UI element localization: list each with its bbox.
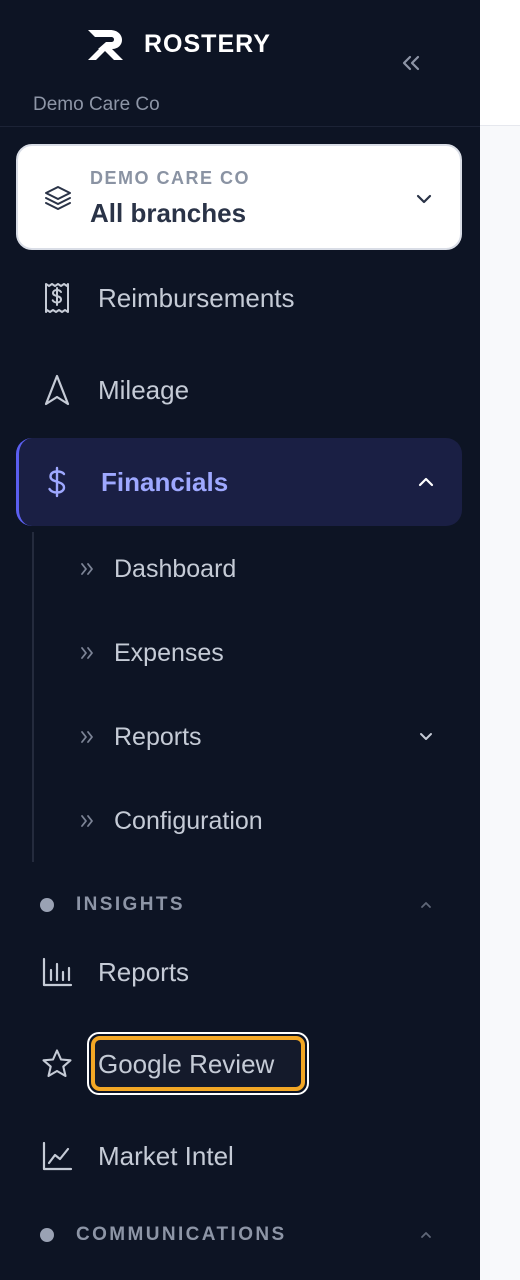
main-topbar	[480, 0, 520, 126]
header-divider	[0, 126, 480, 127]
nav-item-mileage[interactable]: Mileage	[16, 346, 462, 434]
submenu-item-reports[interactable]: Reports	[60, 702, 460, 772]
double-chevron-right-icon	[81, 647, 93, 659]
submenu-item-label: Dashboard	[114, 554, 237, 583]
nav-item-market-intel[interactable]: Market Intel	[16, 1112, 462, 1200]
section-title: COMMUNICATIONS	[76, 1224, 287, 1245]
double-chevron-right-icon	[81, 731, 93, 743]
double-chevron-left-icon	[402, 55, 420, 71]
submenu-rail	[32, 532, 34, 862]
submenu-item-label: Configuration	[114, 806, 263, 835]
dollar-sign-icon	[48, 466, 66, 498]
org-name: Demo Care Co	[33, 94, 160, 115]
double-chevron-right-icon	[81, 815, 93, 827]
nav-item-label: Mileage	[98, 374, 190, 405]
section-header-insights[interactable]: INSIGHTS	[40, 890, 440, 920]
nav-item-label: Reimbursements	[98, 282, 295, 313]
section-dot-icon	[40, 1228, 54, 1242]
bar-chart-icon	[42, 957, 73, 987]
double-chevron-right-icon	[81, 563, 93, 575]
submenu-item-label: Reports	[114, 722, 202, 751]
chevron-up-icon[interactable]	[418, 897, 434, 913]
section-title: INSIGHTS	[76, 894, 185, 915]
brand-name: ROSTERY	[144, 29, 271, 58]
nav-item-financials[interactable]: Financials	[16, 438, 462, 526]
branch-selector-org: DEMO CARE CO	[90, 168, 251, 188]
branch-selector[interactable]: DEMO CARE CO All branches	[16, 144, 462, 250]
section-dot-icon	[40, 898, 54, 912]
submenu-item-dashboard[interactable]: Dashboard	[60, 534, 460, 604]
section-header-communications[interactable]: COMMUNICATIONS	[40, 1220, 440, 1250]
rostery-logo-icon	[88, 30, 123, 60]
collapse-sidebar-button[interactable]	[396, 50, 426, 76]
submenu-item-expenses[interactable]: Expenses	[60, 618, 460, 688]
sidebar: ROSTERY Demo Care Co DEMO CARE CO All br…	[0, 0, 480, 1280]
nav-item-label: Financials	[101, 466, 229, 497]
branch-selector-value: All branches	[90, 198, 247, 228]
line-chart-icon	[42, 1141, 73, 1171]
chevron-down-icon	[420, 733, 432, 740]
chevron-down-icon	[416, 194, 432, 204]
brand[interactable]: ROSTERY	[86, 26, 271, 62]
submenu-item-configuration[interactable]: Configuration	[60, 786, 460, 856]
nav-item-google-review[interactable]: Google Review	[16, 1020, 462, 1108]
star-icon	[42, 1049, 72, 1078]
nav-item-reimbursements[interactable]: Reimbursements	[16, 254, 462, 342]
nav-item-label: Google Review	[98, 1048, 275, 1079]
nav-item-label: Market Intel	[98, 1140, 234, 1171]
receipt-dollar-icon	[45, 283, 69, 313]
nav-item-insights-reports[interactable]: Reports	[16, 928, 462, 1016]
navigation-arrow-icon	[44, 374, 70, 406]
chevron-up-icon[interactable]	[418, 1227, 434, 1243]
chevron-up-icon	[418, 477, 434, 487]
submenu-item-label: Expenses	[114, 638, 224, 667]
nav-item-label: Reports	[98, 956, 190, 987]
layers-icon	[45, 186, 71, 210]
